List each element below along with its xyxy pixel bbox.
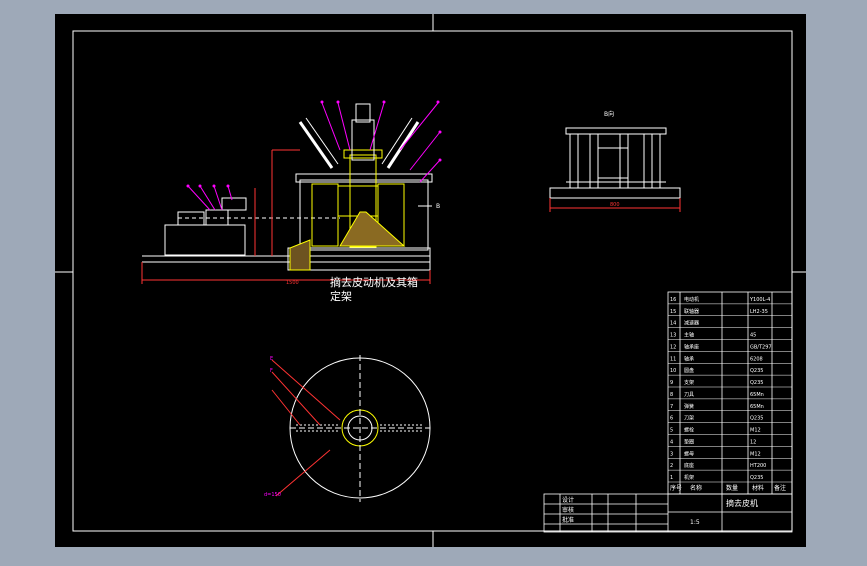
parts-cell-name: 刀架 — [684, 416, 694, 422]
parts-cell-no: 12 — [670, 344, 676, 350]
header-qty: 数量 — [726, 484, 738, 492]
parts-cell-spec: HT200 — [750, 463, 766, 469]
parts-cell-spec: 6208 — [750, 356, 763, 362]
header-material: 材料 — [752, 484, 764, 492]
parts-cell-spec: LH2-35 — [750, 309, 768, 315]
parts-cell-name: 弹簧 — [684, 403, 694, 410]
dimension-main: 1500 — [286, 280, 299, 286]
parts-cell-no: 9 — [670, 380, 673, 386]
parts-cell-spec: Q235 — [750, 380, 763, 386]
parts-cell-name: 联轴器 — [684, 308, 699, 315]
parts-cell-name: 支架 — [684, 379, 694, 386]
parts-cell-name: 轴承座 — [684, 343, 699, 350]
drawing-name: 摘去皮机 — [726, 498, 758, 508]
parts-cell-spec: M12 — [750, 428, 761, 434]
drawing-scale: 1:5 — [690, 519, 700, 526]
parts-cell-no: 16 — [670, 297, 676, 303]
parts-cell-spec: Q235 — [750, 416, 763, 422]
parts-cell-no: 5 — [670, 428, 673, 434]
parts-cell-name: 底座 — [684, 462, 694, 469]
header-no: 序号 — [670, 484, 682, 492]
sign-design: 设计 — [562, 496, 574, 504]
parts-cell-no: 10 — [670, 368, 676, 374]
dimension-b-view: 800 — [610, 202, 620, 208]
header-remark: 备注 — [774, 484, 786, 492]
parts-cell-no: 11 — [670, 356, 676, 362]
label-e: E — [270, 356, 273, 362]
parts-cell-spec: 12 — [750, 439, 756, 445]
parts-cell-spec: Q235 — [750, 475, 763, 481]
parts-cell-name: 减速器 — [684, 320, 699, 327]
parts-cell-spec: M12 — [750, 451, 761, 457]
parts-cell-spec: GB/T297 — [750, 344, 772, 350]
parts-cell-name: 电动机 — [684, 296, 699, 303]
parts-cell-no: 3 — [670, 451, 673, 457]
sign-approve: 批准 — [562, 516, 574, 524]
parts-cell-name: 螺栓 — [684, 427, 694, 434]
parts-cell-name: 主轴 — [684, 332, 694, 339]
parts-cell-name: 刀具 — [684, 392, 694, 398]
dimension-bottom-left: d=150 — [264, 492, 281, 498]
parts-cell-name: 机架 — [684, 474, 694, 481]
section-mark-b: B — [436, 203, 440, 210]
parts-cell-name: 螺母 — [684, 450, 694, 457]
header-name: 名称 — [690, 484, 702, 492]
parts-cell-no: 8 — [670, 392, 673, 398]
parts-cell-spec: 65Mn — [750, 392, 764, 398]
drawing-title-line1: 摘去皮动机及其箱 — [330, 275, 418, 289]
parts-cell-no: 14 — [670, 321, 676, 327]
parts-cell-no: 1 — [670, 475, 673, 481]
parts-cell-name: 垫圈 — [684, 438, 694, 445]
parts-cell-no: 13 — [670, 333, 676, 339]
cad-viewport: 1500 B 摘去皮动机及其箱 定架 B向 800 E F d=150 16 电… — [0, 0, 867, 562]
parts-cell-no: 4 — [670, 439, 673, 445]
parts-cell-spec: Q235 — [750, 368, 763, 374]
sign-review: 审核 — [562, 506, 574, 514]
label-f: F — [270, 368, 273, 374]
parts-cell-spec: 65Mn — [750, 404, 764, 410]
cad-drawing: 1500 B 摘去皮动机及其箱 定架 B向 800 E F d=150 16 电… — [55, 14, 806, 547]
b-view-label: B向 — [604, 110, 614, 118]
parts-cell-spec: 45 — [750, 333, 756, 339]
parts-cell-no: 15 — [670, 309, 676, 315]
parts-cell-name: 轴承 — [684, 355, 694, 362]
parts-cell-name: 圆盘 — [684, 367, 694, 374]
parts-cell-no: 7 — [670, 404, 673, 410]
parts-cell-no: 6 — [670, 416, 673, 422]
parts-cell-spec: Y100L-4 — [749, 297, 770, 303]
drawing-title-line2: 定架 — [330, 289, 352, 303]
parts-cell-no: 2 — [670, 463, 673, 469]
